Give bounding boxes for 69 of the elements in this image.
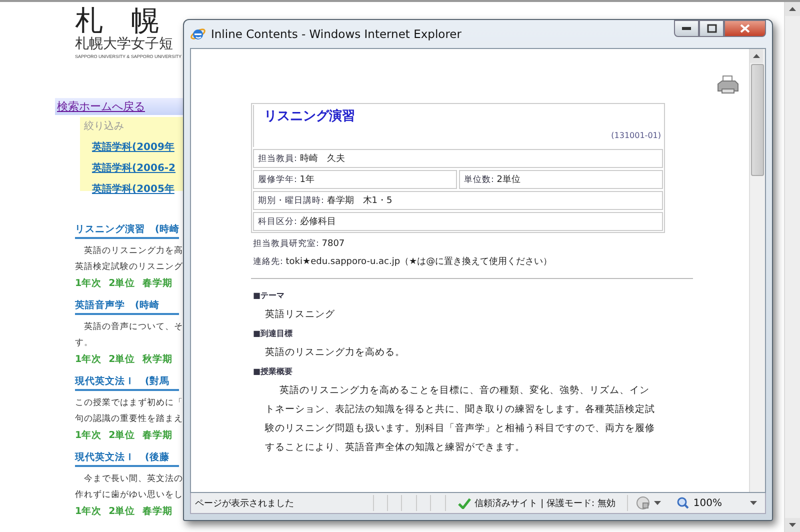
course-description: 英語のリスニング力を高 (83, 244, 183, 258)
course-meta: 2単位 (108, 505, 136, 518)
maximize-button[interactable] (699, 20, 724, 37)
course-meta: 春学期 (142, 505, 172, 518)
course-description: す。 (75, 337, 93, 350)
filter-heading: 絞り込み (84, 120, 125, 133)
info-field: 履修学年: 1年 (253, 170, 457, 189)
course-title-link[interactable]: リスニング演習 (時崎 (75, 223, 179, 239)
filter-link[interactable]: 英語学科(2009年 (92, 140, 174, 154)
office-info: 担当教員研究室: 7807 (253, 238, 345, 250)
course-title-link[interactable]: 英語音声学 (時崎 (75, 299, 179, 315)
minimize-button[interactable] (674, 20, 699, 37)
globe-icon (636, 496, 650, 510)
info-field: 科目区分: 必修科目 (253, 212, 663, 231)
course-description: 英語の音声について、そ (83, 320, 183, 334)
zoom-dropdown[interactable]: 100% (669, 495, 765, 511)
info-field: 単位数: 2単位 (459, 170, 663, 189)
course-description: 今まで長い間、英文法の (83, 473, 183, 486)
course-meta: 秋学期 (142, 353, 172, 366)
scrollbar-thumb[interactable] (751, 64, 764, 176)
printer-icon[interactable] (717, 75, 739, 95)
security-zone: 信頼済みサイト | 保護モード: 無効 (444, 495, 628, 511)
section-heading: ■到達目標 (253, 328, 293, 339)
section-text: 英語リスニング (265, 308, 336, 322)
course-meta: 2単位 (108, 429, 136, 442)
course-meta: 1年次 (75, 505, 102, 518)
course-description: 作れずに歯がゆい思いをし (75, 489, 183, 502)
minimize-icon (682, 27, 691, 30)
zoom-icon (677, 497, 690, 509)
caret-icon (789, 7, 796, 11)
logo-subtitle: 札幌大学女子短 (75, 36, 173, 53)
caret-icon (750, 501, 757, 505)
filter-link[interactable]: 英語学科(2006-2 (92, 161, 176, 175)
section-heading: ■授業概要 (253, 366, 293, 377)
course-title-link[interactable]: 現代英文法Ｉ (後藤 (75, 451, 179, 467)
course-description: 句の認識の重要性を踏まえ (75, 413, 183, 426)
section-heading: ■テーマ (253, 290, 285, 301)
page-scrollbar[interactable] (784, 2, 800, 532)
course-meta: 春学期 (142, 429, 172, 442)
course-meta: 2単位 (108, 277, 136, 290)
back-link[interactable]: 検索ホームへ戻る (55, 98, 183, 115)
window-title: Inline Contents - Windows Internet Explorer (211, 27, 462, 41)
check-icon (458, 498, 471, 508)
section-text: 英語のリスニング力を高める。 (265, 346, 406, 360)
university-logo: 札 幌 (75, 6, 159, 36)
close-icon (740, 24, 750, 33)
course-meta: 春学期 (142, 277, 172, 290)
course-title-link[interactable]: 現代英文法Ｉ (對馬 (75, 375, 179, 391)
caret-icon (789, 523, 796, 527)
browser-logo-icon (190, 26, 206, 42)
filter-link[interactable]: 英語学科(2005年 (92, 182, 174, 196)
course-meta: 1年次 (75, 277, 102, 290)
status-message: ページが表示されました (194, 498, 295, 510)
info-field: 期別・曜日講時: 春学期 木1・5 (253, 191, 663, 210)
contact-info: 連絡先: toki★edu.sapporo-u.ac.jp（★は@に置き換えて使用ください） (253, 256, 552, 268)
course-meta: 2単位 (108, 353, 136, 366)
caret-icon (753, 54, 760, 58)
content-scrollbar[interactable] (749, 49, 765, 492)
course-description: 英語検定試験のリスニング (75, 260, 183, 274)
course-description: この授業ではまず初めに「 (75, 397, 183, 410)
course-meta: 1年次 (75, 353, 102, 366)
course-meta: 1年次 (75, 429, 102, 442)
info-field: 担当教員: 時崎 久夫 (253, 149, 663, 168)
section-text: 英語のリスニング力を高めることを目標に、音の種類、変化、強勢、リズム、イントネーション、表記法の知識を得ると共に、聞き取りの練習をします。各種英語検定試験のリスニング問題も扱います。別科目「音声学」と相補う科目ですので、両方を履修することにより、英語音声全体の知識と練習ができます。 (265, 384, 656, 455)
course-title: リスニング演習 (264, 108, 355, 125)
course-code: (131001-01) (611, 131, 661, 140)
caret-icon (654, 501, 662, 505)
maximize-icon (706, 24, 716, 33)
close-button[interactable] (724, 20, 766, 37)
